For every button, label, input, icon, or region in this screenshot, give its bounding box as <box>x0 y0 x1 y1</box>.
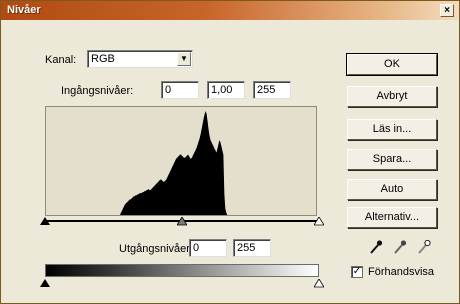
output-white-field[interactable]: 255 <box>233 239 271 257</box>
channel-value: RGB <box>91 53 115 65</box>
output-white-slider-handle[interactable] <box>314 279 324 288</box>
output-black-field[interactable]: 0 <box>189 239 227 257</box>
input-gamma-slider-handle[interactable] <box>177 217 187 226</box>
preview-checkbox[interactable]: ✓ <box>351 266 363 278</box>
ok-button[interactable]: OK <box>346 53 438 76</box>
chevron-down-icon[interactable]: ▼ <box>177 52 191 66</box>
preview-label: Förhandsvisa <box>368 266 435 278</box>
title-bar[interactable]: Nivåer × <box>1 1 459 20</box>
input-white-field[interactable]: 255 <box>253 81 291 99</box>
load-button[interactable]: Läs in... <box>347 119 437 140</box>
gray-eyedropper-icon[interactable] <box>393 239 407 255</box>
input-levels-label: Ingångsnivåer: <box>61 85 134 97</box>
channel-select[interactable]: RGB ▼ <box>87 50 193 68</box>
white-eyedropper-icon[interactable] <box>417 239 431 255</box>
input-white-slider-handle[interactable] <box>314 217 324 226</box>
auto-button[interactable]: Auto <box>347 179 437 200</box>
channel-label: Kanal: <box>45 54 77 66</box>
output-gradient-bar <box>45 264 319 277</box>
output-black-slider-handle[interactable] <box>40 279 50 288</box>
window-title: Nivåer <box>7 4 41 16</box>
black-eyedropper-icon[interactable] <box>369 239 383 255</box>
input-gamma-field[interactable]: 1,00 <box>207 81 245 99</box>
close-button[interactable]: × <box>440 4 454 17</box>
save-button[interactable]: Spara... <box>347 149 437 170</box>
input-black-field[interactable]: 0 <box>161 81 199 99</box>
output-levels-label: Utgångsnivåer: <box>119 243 193 255</box>
histogram-frame <box>45 106 317 216</box>
histogram-chart <box>46 111 316 215</box>
cancel-button[interactable]: Avbryt <box>347 86 437 107</box>
options-button[interactable]: Alternativ... <box>347 207 437 228</box>
input-black-slider-handle[interactable] <box>40 217 50 226</box>
histogram-area <box>46 111 316 215</box>
levels-dialog: Nivåer × Kanal: RGB ▼ Ingångsnivåer: 0 1… <box>0 0 460 304</box>
